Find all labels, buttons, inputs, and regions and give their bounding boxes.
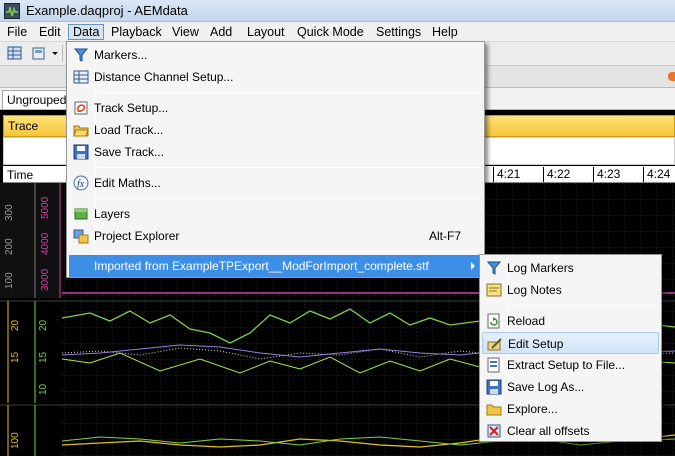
shortcut-label: Alt-F7 [429, 229, 462, 243]
menu-separator [97, 251, 480, 252]
data-menu: Markers... Distance Channel Setup... Tra… [66, 41, 485, 278]
time-tick: 4:24 [643, 167, 670, 182]
axis-tick-label: 5000 [40, 196, 51, 219]
menu-item-save-track[interactable]: Save Track... [69, 141, 482, 163]
time-tick: 4:23 [593, 167, 620, 182]
menu-separator [97, 198, 480, 199]
submenu-arrow-icon [471, 262, 475, 270]
menu-bar: File Edit Data Playback View Add Layout … [0, 22, 675, 42]
menu-layout[interactable]: Layout [243, 24, 289, 40]
menu-item-distance-channel-setup[interactable]: Distance Channel Setup... [69, 66, 482, 88]
time-tick: 4:22 [543, 167, 570, 182]
axis-tick-label: 15 [10, 351, 21, 363]
axis-tick-label: 300 [4, 204, 15, 221]
open-folder-icon [73, 122, 89, 138]
menu-item-edit-setup[interactable]: Edit Setup [482, 332, 659, 354]
filter-icon [73, 47, 89, 63]
menu-separator [97, 167, 480, 168]
menu-item-edit-maths[interactable]: fx Edit Maths... [69, 172, 482, 194]
axis-tick-label: 20 [10, 319, 21, 331]
menu-quick-mode[interactable]: Quick Mode [293, 24, 368, 40]
menu-item-load-track[interactable]: Load Track... [69, 119, 482, 141]
filter-icon [486, 260, 502, 276]
axis-tick-label: 3000 [40, 268, 51, 291]
menu-item-label: Save Track... [94, 145, 165, 159]
menu-item-label: Edit Setup [508, 337, 564, 351]
menu-edit[interactable]: Edit [35, 24, 65, 40]
menu-item-label: Extract Setup to File... [507, 358, 626, 372]
toolbar-divider [62, 45, 63, 62]
axis-tick-label: 20 [38, 319, 49, 331]
menu-separator [510, 305, 657, 306]
svg-text:fx: fx [77, 179, 85, 190]
reload-icon [486, 313, 502, 329]
clear-offsets-icon [486, 423, 502, 439]
menu-add[interactable]: Add [206, 24, 236, 40]
menu-item-label: Edit Maths... [94, 176, 161, 190]
menu-item-imported-log[interactable]: Imported from ExampleTPExport__ModForImp… [69, 255, 482, 277]
axis-tick-label: 200 [4, 238, 15, 255]
menu-view[interactable]: View [168, 24, 203, 40]
axis-tick-label: 15 [38, 351, 49, 363]
save-disk-icon [486, 379, 502, 395]
menu-item-clear-all-offsets[interactable]: Clear all offsets [482, 420, 659, 442]
title-bar: Example.daqproj - AEMdata [0, 0, 675, 22]
menu-item-label: Log Notes [507, 283, 562, 297]
chevron-down-icon[interactable] [51, 45, 59, 62]
menu-item-label: Save Log As... [507, 380, 585, 394]
menu-item-label: Markers... [94, 48, 148, 62]
trace-label: Trace [8, 119, 39, 133]
menu-item-label: Project Explorer [94, 229, 180, 243]
menu-item-label: Clear all offsets [507, 424, 590, 438]
grid-icon[interactable] [6, 45, 24, 62]
menu-item-layers[interactable]: Layers [69, 203, 482, 225]
log-submenu: Log Markers Log Notes Reload Edit Setup … [479, 254, 662, 442]
edit-setup-icon [487, 336, 503, 352]
project-explorer-icon [73, 228, 89, 244]
layers-icon [73, 206, 89, 222]
menu-item-track-setup[interactable]: Track Setup... [69, 97, 482, 119]
time-label: Time [7, 168, 34, 182]
app-icon [4, 3, 20, 19]
menu-item-label: Imported from ExampleTPExport__ModForImp… [94, 259, 429, 273]
track-icon [73, 100, 89, 116]
menu-item-log-notes[interactable]: Log Notes [482, 279, 659, 301]
axis-tick-label: 100 [4, 272, 15, 289]
save-disk-icon [73, 144, 89, 160]
menu-item-extract-setup[interactable]: Extract Setup to File... [482, 354, 659, 376]
menu-item-label: Log Markers [507, 261, 574, 275]
menu-item-label: Track Setup... [94, 101, 169, 115]
notes-icon [486, 282, 502, 298]
menu-data[interactable]: Data [68, 24, 105, 40]
menu-separator [97, 92, 480, 93]
math-function-icon: fx [73, 175, 89, 191]
folder-icon [486, 401, 502, 417]
extract-file-icon [486, 357, 502, 373]
menu-playback[interactable]: Playback [107, 24, 166, 40]
menu-item-label: Reload [507, 314, 546, 328]
menu-item-log-markers[interactable]: Log Markers [482, 257, 659, 279]
menu-item-project-explorer[interactable]: Project Explorer Alt-F7 [69, 225, 482, 247]
menu-help[interactable]: Help [428, 24, 462, 40]
channel-grid-icon [73, 69, 89, 85]
menu-item-label: Explore... [507, 402, 558, 416]
window-title: Example.daqproj - AEMdata [26, 3, 188, 18]
axis-tick-label: 100 [10, 432, 21, 449]
menu-item-save-log-as[interactable]: Save Log As... [482, 376, 659, 398]
tab-ungrouped[interactable]: Ungrouped [2, 90, 72, 109]
layout-icon[interactable] [30, 45, 48, 62]
axis-tick-label: 4000 [40, 232, 51, 255]
menu-item-label: Distance Channel Setup... [94, 70, 234, 84]
menu-item-label: Layers [94, 207, 131, 221]
menu-item-reload[interactable]: Reload [482, 310, 659, 332]
status-indicator-icon [668, 72, 675, 81]
menu-item-explore[interactable]: Explore... [482, 398, 659, 420]
time-tick: 4:21 [493, 167, 520, 182]
menu-settings[interactable]: Settings [372, 24, 425, 40]
axis-tick-label: 10 [38, 383, 49, 395]
menu-item-markers[interactable]: Markers... [69, 44, 482, 66]
menu-file[interactable]: File [3, 24, 31, 40]
menu-item-label: Load Track... [94, 123, 164, 137]
